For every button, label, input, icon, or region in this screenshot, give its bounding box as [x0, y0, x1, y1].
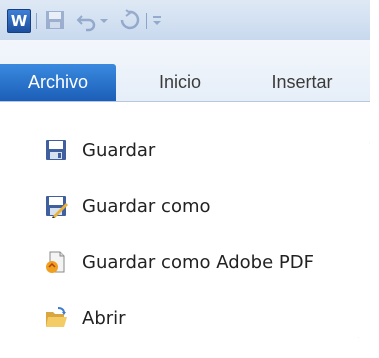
undo-icon[interactable] — [76, 8, 98, 32]
tab-inicio[interactable]: Inicio — [140, 64, 220, 101]
menu-item-guardar-como[interactable]: Guardar como — [44, 188, 364, 224]
menu-item-label: Guardar como Adobe PDF — [82, 251, 314, 273]
menu-item-label: Guardar como — [82, 195, 211, 217]
save-icon — [46, 140, 66, 160]
save-as-icon — [46, 196, 68, 218]
file-menu: Guardar Guardar como Guardar como Adobe … — [0, 102, 370, 338]
toolbar-separator — [146, 13, 147, 29]
open-folder-icon — [46, 307, 67, 327]
tab-archivo[interactable]: Archivo — [0, 64, 116, 101]
redo-icon[interactable] — [118, 8, 140, 32]
menu-item-abrir[interactable]: Abrir — [44, 300, 364, 336]
menu-item-label: Abrir — [82, 307, 126, 329]
customize-qat-icon[interactable] — [150, 8, 164, 32]
quick-access-toolbar: W — [0, 0, 370, 40]
tab-insertar[interactable]: Insertar — [252, 64, 352, 101]
ribbon-tab-bar: Archivo Inicio Insertar — [0, 40, 370, 102]
menu-item-guardar[interactable]: Guardar — [44, 132, 364, 168]
word-app-icon[interactable]: W — [7, 9, 31, 33]
word-file-menu-window: W Archivo Inicio Insertar Guardar Guarda… — [0, 0, 370, 338]
pdf-icon — [46, 251, 65, 273]
menu-item-guardar-como-pdf[interactable]: Guardar como Adobe PDF — [44, 244, 364, 280]
menu-item-label: Guardar — [82, 139, 156, 161]
toolbar-separator — [36, 13, 37, 29]
dropdown-arrow-icon[interactable] — [98, 8, 110, 32]
save-icon[interactable] — [44, 8, 66, 32]
